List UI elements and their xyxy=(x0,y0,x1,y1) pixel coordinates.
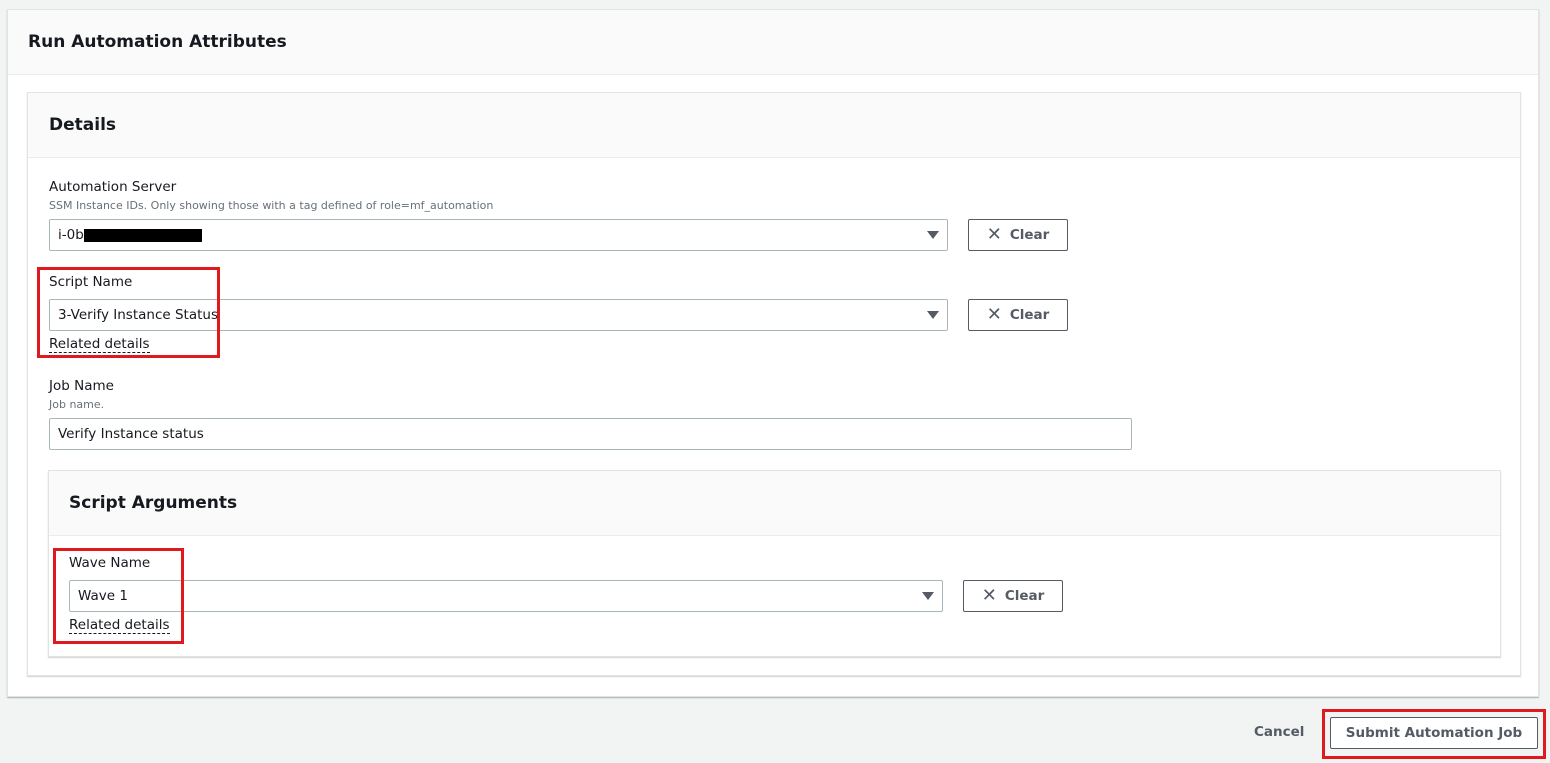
automation-server-description: SSM Instance IDs. Only showing those wit… xyxy=(49,199,494,212)
close-icon: ✕ xyxy=(981,585,997,606)
automation-server-label: Automation Server xyxy=(49,179,177,195)
script-name-clear-button[interactable]: ✕ Clear xyxy=(968,299,1068,331)
job-name-value: Verify Instance status xyxy=(58,426,204,442)
script-arguments-header: Script Arguments xyxy=(49,471,1500,536)
details-header: Details xyxy=(28,93,1520,158)
script-name-highlight xyxy=(37,267,220,358)
chevron-down-icon xyxy=(927,231,939,239)
cancel-button[interactable]: Cancel xyxy=(1254,724,1304,740)
script-arguments-title: Script Arguments xyxy=(69,493,238,513)
chevron-down-icon xyxy=(927,311,939,319)
details-title: Details xyxy=(49,115,117,135)
job-name-label: Job Name xyxy=(49,378,114,394)
wave-name-clear-button[interactable]: ✕ Clear xyxy=(963,580,1063,612)
automation-server-select[interactable]: i-0b xyxy=(49,219,948,251)
chevron-down-icon xyxy=(922,592,934,600)
automation-server-value: i-0b xyxy=(58,227,84,243)
script-arguments-container: Script Arguments Wave Name Wave 1 ✕ Clea… xyxy=(48,470,1501,657)
job-name-input[interactable]: Verify Instance status xyxy=(49,418,1132,450)
wave-name-highlight xyxy=(53,548,184,644)
run-automation-panel: Run Automation Attributes Details Automa… xyxy=(7,9,1539,697)
clear-label: Clear xyxy=(1009,227,1050,243)
submit-label: Submit Automation Job xyxy=(1345,725,1523,741)
wave-name-select[interactable]: Wave 1 xyxy=(69,580,943,612)
redaction-bar xyxy=(84,229,202,242)
details-container: Details Automation Server SSM Instance I… xyxy=(27,92,1521,676)
clear-label: Clear xyxy=(1004,588,1045,604)
clear-label: Clear xyxy=(1009,307,1050,323)
page-title: Run Automation Attributes xyxy=(28,32,287,52)
panel-header: Run Automation Attributes xyxy=(8,10,1538,75)
close-icon: ✕ xyxy=(986,304,1002,325)
submit-automation-job-button[interactable]: Submit Automation Job xyxy=(1330,717,1538,749)
automation-server-clear-button[interactable]: ✕ Clear xyxy=(968,219,1068,251)
job-name-description: Job name. xyxy=(49,398,105,411)
close-icon: ✕ xyxy=(986,224,1002,245)
